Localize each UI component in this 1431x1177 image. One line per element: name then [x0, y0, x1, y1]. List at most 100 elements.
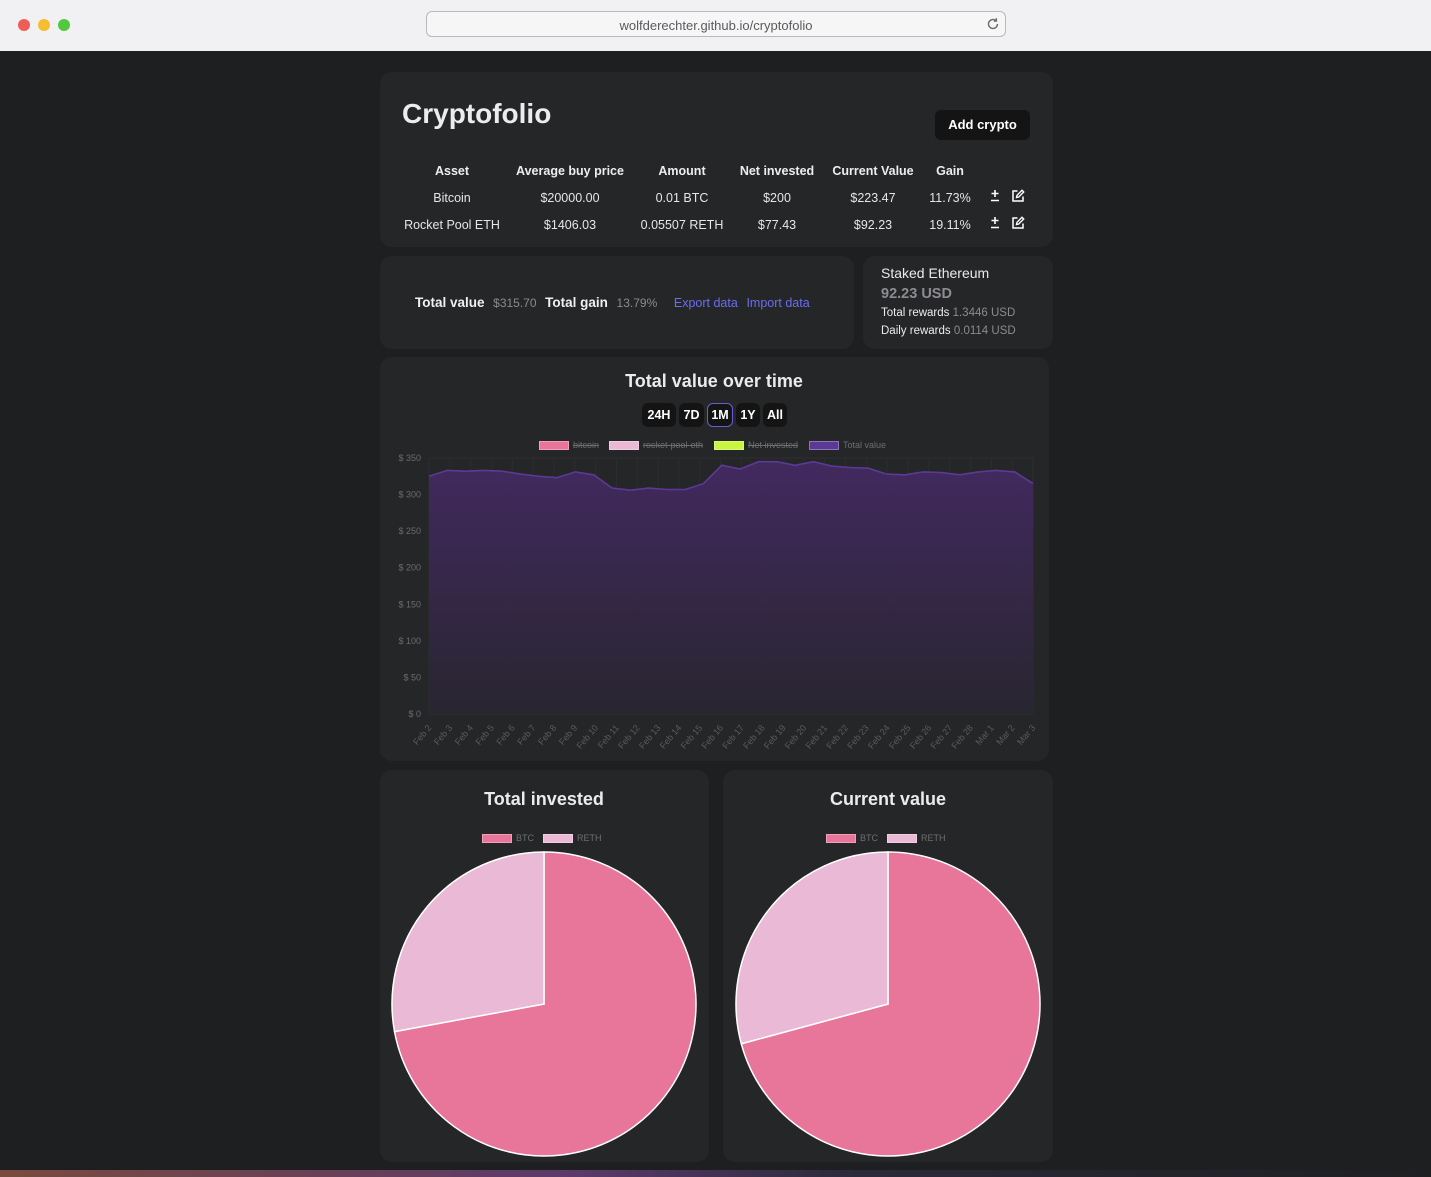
column-header-amount: Amount	[658, 164, 706, 178]
x-tick-label: Feb 13	[637, 723, 663, 751]
close-window-button[interactable]	[18, 19, 30, 31]
legend-bitcoin[interactable]: bitcoin	[539, 440, 600, 451]
address-bar[interactable]: wolfderechter.github.io/cryptofolio	[426, 11, 1006, 37]
y-tick-label: $ 0	[408, 709, 421, 719]
column-header-avg-price: Average buy price	[516, 164, 624, 178]
pie-title-current: Current value	[829, 789, 947, 809]
x-tick-label: Mar 3	[1015, 723, 1037, 747]
cell-net-invested: $200	[763, 191, 791, 205]
legend-label: Net invested	[748, 440, 799, 450]
legend-label: BTC	[516, 833, 534, 843]
page-title: Cryptofolio	[402, 98, 552, 129]
legend-swatch	[809, 441, 839, 451]
cell-amount: 0.01 BTC	[655, 191, 709, 205]
staked-title: Staked Ethereum	[881, 265, 990, 281]
cell-avg-price: $1406.03	[543, 218, 597, 232]
legend-swatch	[543, 834, 573, 844]
reload-icon[interactable]	[985, 16, 1001, 32]
export-data-link[interactable]: Export data	[674, 296, 738, 310]
range-all-button[interactable]: All	[763, 403, 787, 427]
edit-icon[interactable]	[1011, 189, 1025, 203]
legend-net-invested[interactable]: Net invested	[714, 440, 799, 451]
x-tick-label: Feb 6	[494, 723, 516, 747]
legend-reth[interactable]: RETH	[887, 833, 946, 844]
legend-swatch	[714, 441, 744, 451]
legend-label: BTC	[860, 833, 878, 843]
y-tick-label: $ 50	[403, 672, 421, 682]
x-tick-label: Feb 10	[574, 723, 600, 751]
total-value-area	[429, 461, 1033, 714]
browser-chrome: wolfderechter.github.io/cryptofolio	[0, 0, 1431, 52]
x-tick-label: Mar 2	[994, 723, 1016, 747]
legend-label: bitcoin	[573, 440, 600, 450]
legend-label: RETH	[577, 833, 602, 843]
legend-swatch	[539, 441, 569, 451]
y-tick-label: $ 350	[398, 453, 421, 463]
total-invested-pie	[391, 851, 697, 1157]
y-tick-label: $ 100	[398, 636, 421, 646]
legend-reth[interactable]: RETH	[543, 833, 602, 844]
x-tick-label: Feb 15	[679, 723, 705, 751]
x-tick-label: Feb 28	[949, 723, 975, 751]
x-tick-label: Feb 22	[824, 723, 850, 751]
daily-rewards-value: 0.0114 USD	[953, 325, 1016, 337]
x-tick-label: Feb 21	[804, 723, 830, 751]
cell-asset: Rocket Pool ETH	[404, 218, 500, 232]
cell-amount: 0.05507 RETH	[640, 218, 724, 232]
total-value-label: Total value	[415, 295, 485, 310]
legend-label: RETH	[921, 833, 946, 843]
x-tick-label: Feb 27	[929, 723, 955, 751]
maximize-window-button[interactable]	[58, 19, 70, 31]
pie-title-invested: Total invested	[484, 789, 604, 809]
import-data-link[interactable]: Import data	[746, 296, 809, 310]
range-24h-button[interactable]: 24H	[642, 403, 676, 427]
column-header-gain: Gain	[936, 164, 964, 178]
legend-swatch	[609, 441, 639, 451]
range-1y-button[interactable]: 1Y	[736, 403, 760, 427]
cell-gain: 11.73%	[929, 191, 971, 205]
x-tick-label: Feb 8	[536, 723, 558, 747]
range-1m-button[interactable]: 1M	[707, 403, 733, 427]
y-tick-label: $ 200	[398, 563, 421, 573]
total-rewards-value: 1.3446 USD	[952, 307, 1016, 319]
cell-avg-price: $20000.00	[540, 191, 600, 205]
staked-value: 92.23 USD	[881, 286, 952, 302]
edit-icon[interactable]	[1011, 216, 1025, 230]
daily-rewards-label: Daily rewards	[881, 325, 951, 337]
range-7d-button[interactable]: 7D	[679, 403, 704, 427]
x-tick-label: Feb 2	[411, 723, 433, 747]
legend-swatch	[887, 834, 917, 844]
daily-rewards-row: Daily rewards 0.0114 USD	[881, 325, 1016, 337]
total-gain: 13.79%	[616, 296, 658, 310]
totals-row: Total value $315.70 Total gain 13.79% Ex…	[415, 295, 810, 310]
plus-minus-icon[interactable]	[988, 189, 1002, 203]
cell-net-invested: $77.43	[757, 218, 797, 232]
total-rewards-row: Total rewards 1.3446 USD	[881, 307, 1015, 319]
total-value-area-chart: Feb 2Feb 3Feb 4Feb 5Feb 6Feb 7Feb 8Feb 9…	[398, 453, 1037, 751]
x-tick-label: Feb 17	[720, 723, 746, 751]
current-value-pie	[735, 851, 1041, 1157]
legend-rocket-pool-eth[interactable]: rocket-pool-eth	[609, 440, 703, 451]
cell-gain: 19.11%	[929, 218, 971, 232]
pie-slice-reth	[391, 851, 545, 1033]
plus-minus-icon[interactable]	[988, 216, 1002, 230]
total-rewards-label: Total rewards	[881, 307, 950, 319]
column-header-current-value: Current Value	[832, 164, 914, 178]
column-header-asset: Asset	[434, 164, 470, 178]
add-crypto-button[interactable]: Add crypto	[935, 110, 1030, 140]
y-tick-label: $ 250	[398, 526, 421, 536]
url-text: wolfderechter.github.io/cryptofolio	[619, 18, 813, 33]
legend-total-value[interactable]: Total value	[809, 440, 887, 451]
minimize-window-button[interactable]	[38, 19, 50, 31]
x-tick-label: Feb 18	[741, 723, 767, 751]
cell-current-value: $92.23	[853, 218, 893, 232]
y-tick-label: $ 150	[398, 599, 421, 609]
legend-btc[interactable]: BTC	[482, 833, 534, 844]
legend-swatch	[482, 834, 512, 844]
legend-btc[interactable]: BTC	[826, 833, 878, 844]
cell-asset: Bitcoin	[433, 191, 471, 205]
x-tick-label: Feb 19	[762, 723, 788, 751]
total-value: $315.70	[493, 296, 537, 310]
legend-swatch	[826, 834, 856, 844]
legend-label: Total value	[843, 440, 887, 450]
